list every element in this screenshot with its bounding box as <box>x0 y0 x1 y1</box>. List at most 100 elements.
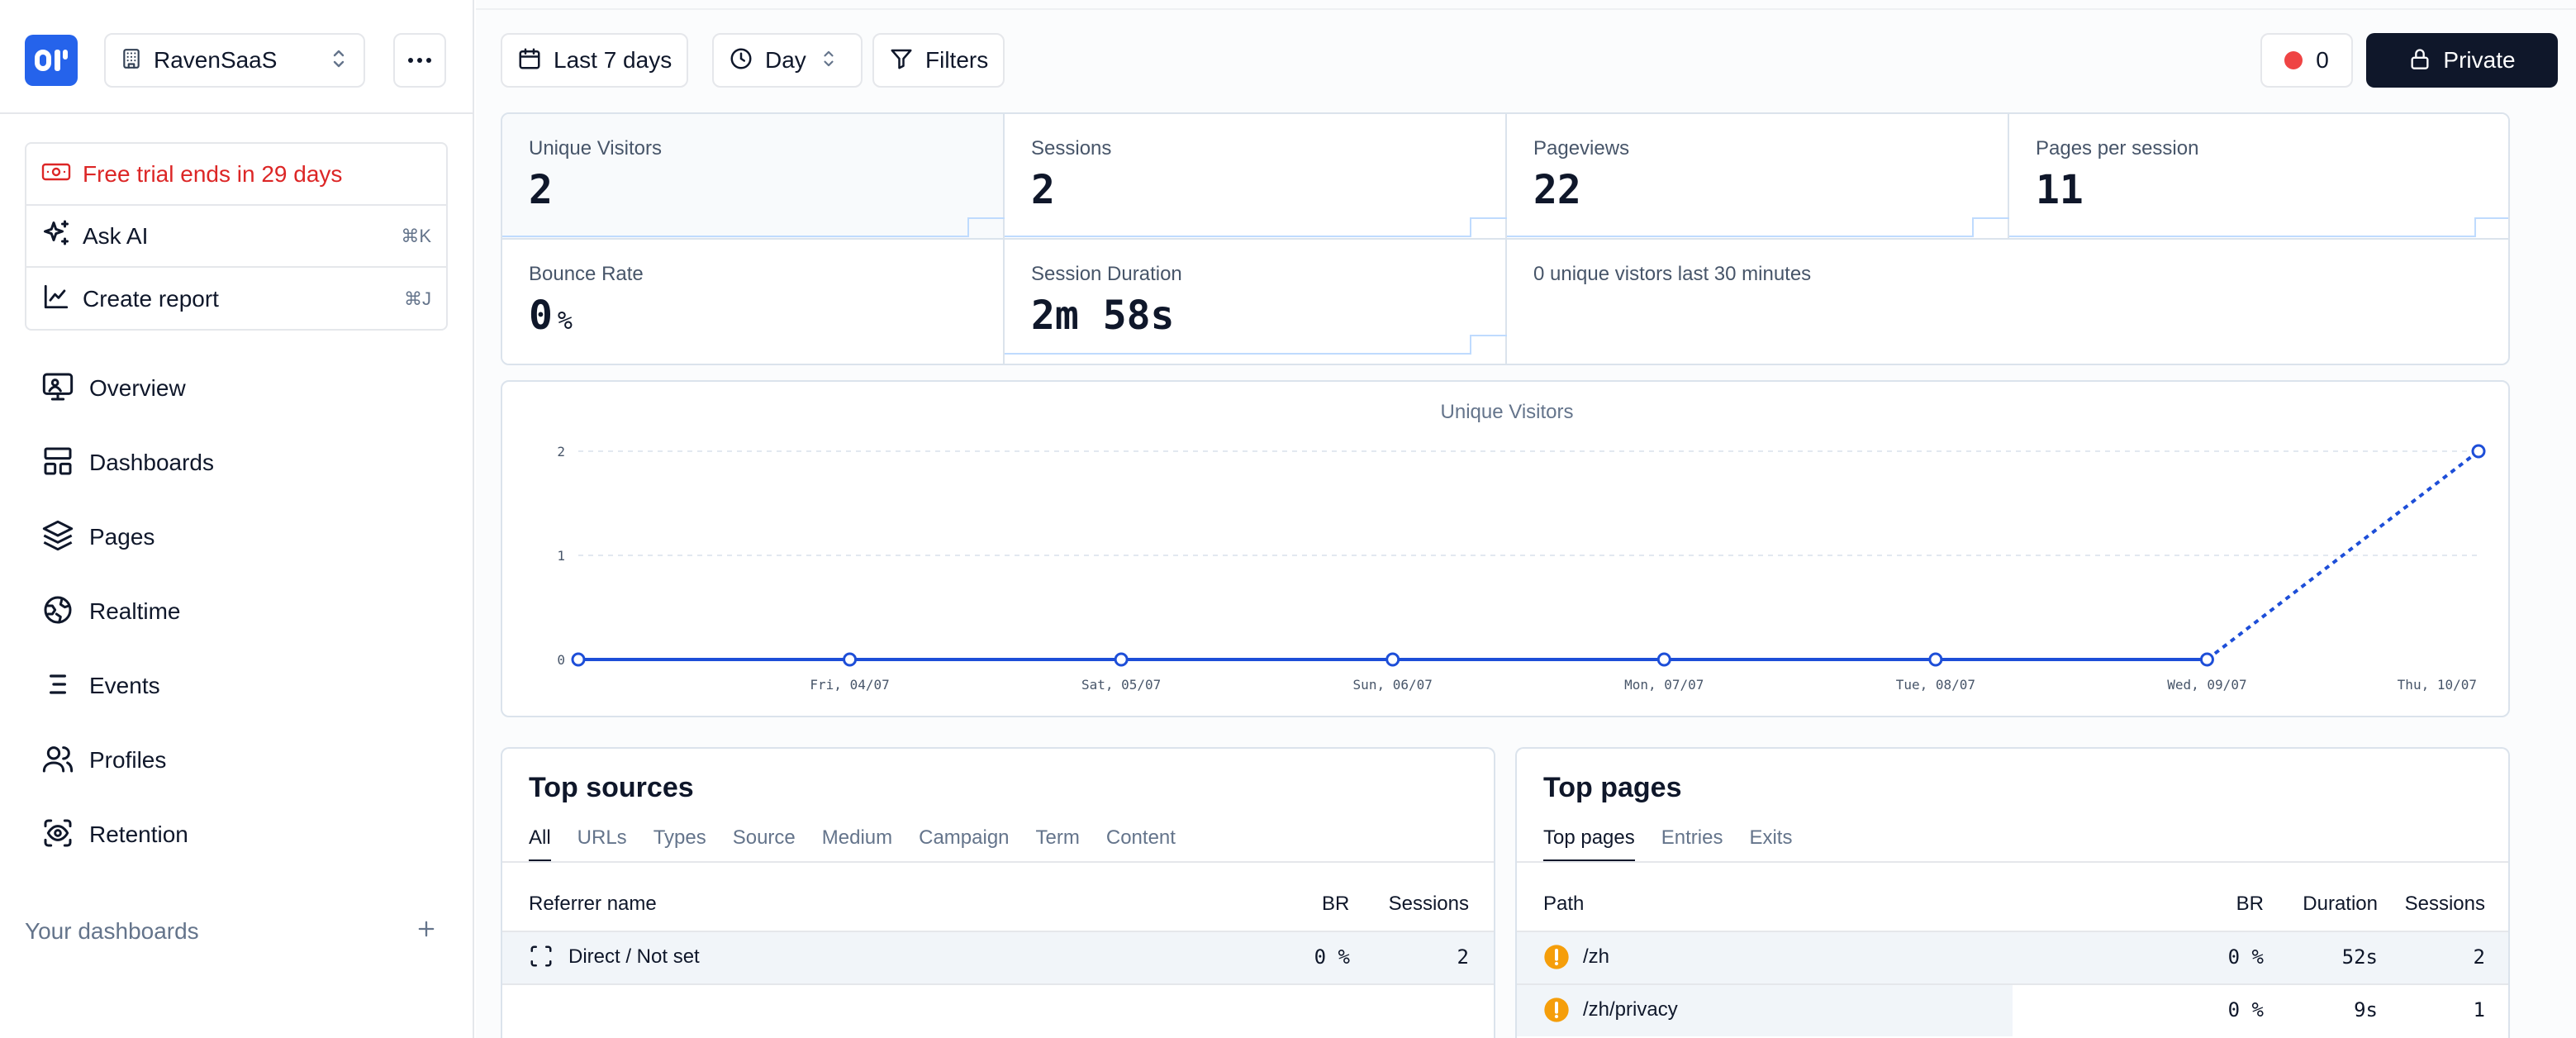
tab-all[interactable]: All <box>529 826 551 863</box>
tab-exits[interactable]: Exits <box>1749 826 1792 863</box>
bounce-rate-cell: 0 % <box>1314 945 1350 969</box>
layout-icon <box>41 445 74 482</box>
top-pages-tabs: Top pages Entries Exits <box>1543 826 1792 863</box>
nav-dashboards-label: Dashboards <box>89 450 214 475</box>
metric-title: Sessions <box>1031 137 1112 160</box>
metric-sessions[interactable]: Sessions 2 <box>1005 114 1507 240</box>
metric-value: 0% <box>529 293 573 339</box>
line-chart: Unique Visitors 0 1 2 Fri, 04/07 Sat, 05/07 Su… <box>557 401 2486 693</box>
project-select[interactable]: RavenSaaS <box>104 33 365 88</box>
column-header-br[interactable]: BR <box>2211 893 2264 916</box>
table-row-empty <box>502 983 1494 1036</box>
private-label: Private <box>2443 47 2516 73</box>
nav-dashboards[interactable]: Dashboards <box>41 438 214 488</box>
date-range-label: Last 7 days <box>554 47 673 73</box>
sparkles-icon <box>41 219 71 253</box>
metric-unique-visitors[interactable]: Unique Visitors 2 <box>502 114 1005 240</box>
metric-sparkline <box>1005 217 1507 237</box>
data-point <box>1385 652 1400 667</box>
metric-value: 2 <box>1031 167 1055 213</box>
x-tick-label: Sat, 05/07 <box>1081 677 1161 693</box>
tab-term[interactable]: Term <box>1036 826 1080 863</box>
nav-pages[interactable]: Pages <box>41 512 154 562</box>
ask-ai-button[interactable]: Ask AI ⌘K <box>26 206 446 268</box>
page-path[interactable]: /zh <box>1583 945 1609 969</box>
duration-cell: 9s <box>2354 998 2378 1021</box>
metric-pages-per-session[interactable]: Pages per session 11 <box>2009 114 2508 240</box>
data-point <box>1114 652 1129 667</box>
metric-title: Pageviews <box>1533 137 1630 160</box>
nav-realtime[interactable]: Realtime <box>41 587 180 636</box>
line-chart-icon <box>41 283 71 315</box>
tab-medium[interactable]: Medium <box>822 826 892 863</box>
layers-icon <box>41 519 74 556</box>
free-trial-banner[interactable]: Free trial ends in 29 days <box>26 144 446 206</box>
x-tick-label: Wed, 09/07 <box>2167 677 2246 693</box>
more-options-button[interactable] <box>393 33 446 88</box>
filters-button[interactable]: Filters <box>872 33 1005 88</box>
nav-pages-label: Pages <box>89 524 155 550</box>
free-trial-label: Free trial ends in 29 days <box>83 160 343 187</box>
ask-ai-label: Ask AI <box>83 222 149 249</box>
scan-icon <box>529 944 554 974</box>
column-header-sessions[interactable]: Sessions <box>1371 893 1469 916</box>
app-logo[interactable] <box>25 35 78 86</box>
column-header-referrer[interactable]: Referrer name <box>529 893 657 916</box>
tab-urls[interactable]: URLs <box>577 826 627 863</box>
column-header-br[interactable]: BR <box>1322 893 1349 916</box>
tab-campaign[interactable]: Campaign <box>919 826 1009 863</box>
filters-label: Filters <box>925 47 989 73</box>
top-pages-card: Top pages Top pages Entries Exits Path B… <box>1515 747 2510 1038</box>
metric-sparkline <box>1507 217 2009 237</box>
date-range-button[interactable]: Last 7 days <box>501 33 689 88</box>
realtime-summary: 0 unique vistors last 30 minutes <box>1507 240 2508 364</box>
column-header-path[interactable]: Path <box>1543 893 1584 916</box>
private-button[interactable]: Private <box>2366 33 2558 88</box>
your-dashboards-label: Your dashboards <box>25 917 199 944</box>
metric-bounce-rate[interactable]: Bounce Rate 0% <box>502 240 1005 364</box>
tab-entries[interactable]: Entries <box>1661 826 1723 863</box>
metric-pageviews[interactable]: Pageviews 22 <box>1507 114 2009 240</box>
x-tick-label: Thu, 10/07 <box>2398 677 2477 693</box>
x-tick-label: Mon, 07/07 <box>1624 677 1704 693</box>
list-icon <box>41 668 74 705</box>
tab-content[interactable]: Content <box>1106 826 1176 863</box>
nav-profiles[interactable]: Profiles <box>41 736 166 785</box>
live-visitors-button[interactable]: 0 <box>2260 33 2353 88</box>
warning-icon <box>1543 997 1570 1029</box>
column-header-duration[interactable]: Duration <box>2269 893 2378 916</box>
calendar-icon <box>517 46 542 75</box>
tabs-divider <box>1517 861 2508 863</box>
metric-session-duration[interactable]: Session Duration 2m 58s <box>1005 240 1507 364</box>
tab-top-pages[interactable]: Top pages <box>1543 826 1635 863</box>
sessions-cell: 2 <box>2473 945 2485 969</box>
data-point <box>1928 652 1943 667</box>
sessions-cell: 2 <box>1457 945 1469 969</box>
column-header-sessions[interactable]: Sessions <box>2384 893 2485 916</box>
tab-source[interactable]: Source <box>733 826 796 863</box>
nav-retention[interactable]: Retention <box>41 810 188 859</box>
create-report-button[interactable]: Create report ⌘J <box>26 268 446 330</box>
tab-types[interactable]: Types <box>654 826 706 863</box>
metric-sparkline <box>2009 217 2508 237</box>
sidebar-header: RavenSaaS <box>0 0 473 114</box>
metric-title: Pages per session <box>2036 137 2199 160</box>
metric-value: 2 <box>529 167 553 213</box>
referrer-name: Direct / Not set <box>568 945 700 968</box>
nav-overview[interactable]: Overview <box>41 364 186 413</box>
table-row[interactable]: /zh/privacy 0 % 9s 1 <box>1517 983 2508 1036</box>
interval-select[interactable]: Day <box>712 33 863 88</box>
building-icon <box>121 47 142 74</box>
add-dashboard-plus-icon[interactable] <box>415 917 438 945</box>
banknote-icon <box>41 161 71 187</box>
metrics-grid: Unique Visitors 2 Sessions 2 Pageviews 2… <box>501 112 2510 365</box>
live-indicator-dot <box>2284 51 2303 69</box>
ask-ai-shortcut: ⌘K <box>401 225 431 246</box>
page-path[interactable]: /zh/privacy <box>1583 998 1678 1021</box>
project-name: RavenSaaS <box>154 47 278 73</box>
nav-events[interactable]: Events <box>41 661 160 711</box>
table-row[interactable]: Direct / Not set 0 % 2 <box>502 931 1494 983</box>
table-row[interactable]: /zh 0 % 52s 2 <box>1517 931 2508 983</box>
tabs-divider <box>502 861 1494 863</box>
top-sources-card: Top sources All URLs Types Source Medium… <box>501 747 1495 1038</box>
